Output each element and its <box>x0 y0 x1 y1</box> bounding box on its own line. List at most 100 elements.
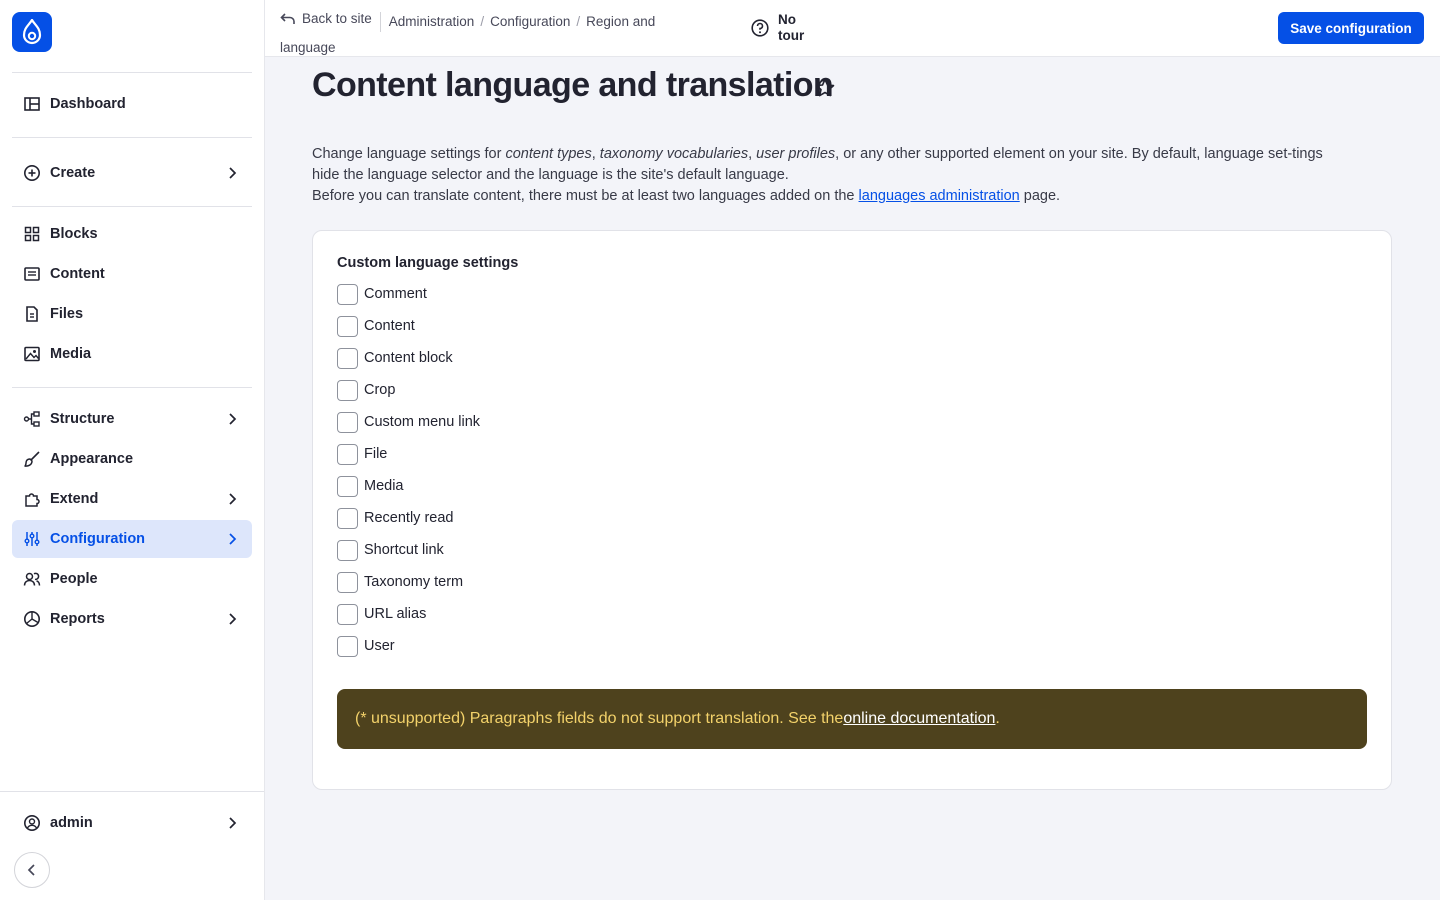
description-emphasis: user profiles <box>756 146 836 162</box>
checkbox-option-custom-menu-link[interactable]: Custom menu link <box>337 411 480 433</box>
checkbox[interactable] <box>337 283 358 305</box>
collapse-sidebar-button[interactable] <box>14 852 50 888</box>
description-text: , <box>591 146 600 162</box>
sidebar-item-label: Blocks <box>50 226 98 242</box>
dashboard-icon <box>22 94 42 114</box>
sidebar-item-label: Appearance <box>50 451 134 467</box>
breadcrumb: Back to site Administration / Configuratio… <box>280 6 700 61</box>
checkbox-option-user[interactable]: User <box>337 635 395 657</box>
breadcrumb-separator: / <box>576 14 581 29</box>
admin-sidebar: Dashboard Create Blocks Content Files Me… <box>0 0 265 900</box>
chevron-right-icon <box>222 529 242 549</box>
sidebar-item-people[interactable]: People <box>12 560 252 598</box>
sidebar-item-create[interactable]: Create <box>12 154 252 192</box>
sidebar-item-label: Extend <box>50 491 99 507</box>
sidebar-item-files[interactable]: Files <box>12 295 252 333</box>
sidebar-item-appearance[interactable]: Appearance <box>12 440 252 478</box>
checkbox-option-file[interactable]: File <box>337 443 387 465</box>
checkbox-label: Content <box>364 318 415 334</box>
puzzle-icon <box>22 489 42 509</box>
sidebar-item-configuration[interactable]: Configuration <box>12 520 252 558</box>
sidebar-item-label: People <box>50 571 98 587</box>
sidebar-item-label: Media <box>50 346 92 362</box>
checkbox[interactable] <box>337 347 358 369</box>
page-description: Change language settings for content typ… <box>312 144 1342 207</box>
sidebar-item-label: Create <box>50 165 96 181</box>
sidebar-divider <box>0 791 264 792</box>
checkbox-option-media[interactable]: Media <box>337 475 404 497</box>
sidebar-item-extend[interactable]: Extend <box>12 480 252 518</box>
sidebar-item-content[interactable]: Content <box>12 255 252 293</box>
checkbox-option-shortcut-link[interactable]: Shortcut link <box>337 539 444 561</box>
checkbox-label: User <box>364 638 395 654</box>
checkbox-option-content-block[interactable]: Content block <box>337 347 453 369</box>
checkbox[interactable] <box>337 635 358 657</box>
checkbox[interactable] <box>337 379 358 401</box>
drupal-drop-icon <box>22 19 42 45</box>
tour-label-line1: No <box>778 12 796 27</box>
sidebar-item-dashboard[interactable]: Dashboard <box>12 85 252 123</box>
page-title: Content language and translation <box>312 66 834 104</box>
breadcrumb-configuration[interactable]: Configuration <box>490 14 570 29</box>
plus-circle-icon <box>22 163 42 183</box>
checkbox-label: Shortcut link <box>364 542 444 558</box>
star-shortcut-icon[interactable] <box>814 77 836 102</box>
sidebar-item-label: Configuration <box>50 531 146 547</box>
sidebar-item-label: Structure <box>50 411 115 427</box>
sidebar-item-label: Content <box>50 266 105 282</box>
people-icon <box>22 569 42 589</box>
sidebar-item-media[interactable]: Media <box>12 335 252 373</box>
chevron-right-icon <box>222 409 242 429</box>
checkbox[interactable] <box>337 411 358 433</box>
tour-label-line2: tour <box>778 28 805 43</box>
media-icon <box>22 344 42 364</box>
sidebar-item-admin-user[interactable]: admin <box>12 804 252 842</box>
chevron-right-icon <box>222 163 242 183</box>
checkbox-label: URL alias <box>364 606 427 622</box>
checkbox-label: Custom menu link <box>364 414 481 430</box>
checkbox[interactable] <box>337 475 358 497</box>
checkbox[interactable] <box>337 571 358 593</box>
checkbox-label: Content block <box>364 350 453 366</box>
description-text: Before you can translate content, there … <box>312 188 859 204</box>
checkbox-label: Media <box>364 478 404 494</box>
structure-icon <box>22 409 42 429</box>
checkbox-label: Crop <box>364 382 396 398</box>
warning-end: . <box>995 710 1000 727</box>
back-to-site-label: Back to site <box>302 11 372 26</box>
sidebar-item-label: admin <box>50 815 93 831</box>
checkbox[interactable] <box>337 507 358 529</box>
tour-button[interactable]: No tour <box>750 12 804 44</box>
checkbox[interactable] <box>337 603 358 625</box>
sidebar-item-blocks[interactable]: Blocks <box>12 215 252 253</box>
top-bar: Back to site Administration / Configuratio… <box>265 0 1440 57</box>
sidebar-divider <box>12 387 252 388</box>
sidebar-item-reports[interactable]: Reports <box>12 600 252 638</box>
checkbox-option-crop[interactable]: Crop <box>337 379 395 401</box>
checkbox-option-comment[interactable]: Comment <box>337 283 427 305</box>
checkbox-label: File <box>364 446 388 462</box>
chevron-right-icon <box>222 609 242 629</box>
sidebar-divider <box>12 206 252 207</box>
checkbox[interactable] <box>337 443 358 465</box>
languages-administration-link[interactable]: languages administration <box>859 188 1020 204</box>
checkbox-label: Taxonomy term <box>364 574 464 590</box>
checkbox-option-content[interactable]: Content <box>337 315 415 337</box>
chevron-right-icon <box>222 813 242 833</box>
sidebar-divider <box>12 137 252 138</box>
back-to-site-link[interactable]: Back to site <box>280 6 372 32</box>
drupal-logo[interactable] <box>12 12 52 52</box>
checkbox-option-recently-read[interactable]: Recently read <box>337 507 453 529</box>
user-circle-icon <box>22 813 42 833</box>
checkbox[interactable] <box>337 315 358 337</box>
sidebar-item-label: Reports <box>50 611 105 627</box>
checkbox[interactable] <box>337 539 358 561</box>
sidebar-item-structure[interactable]: Structure <box>12 400 252 438</box>
unsupported-warning-message: (* unsupported) Paragraphs fields do not… <box>337 689 1367 749</box>
save-configuration-button[interactable]: Save configuration <box>1278 12 1424 44</box>
online-documentation-link[interactable]: online documentation <box>843 710 995 728</box>
breadcrumb-administration[interactable]: Administration <box>389 14 475 29</box>
checkbox-option-taxonomy-term[interactable]: Taxonomy term <box>337 571 463 593</box>
checkbox-option-url-alias[interactable]: URL alias <box>337 603 426 625</box>
sidebar-divider <box>12 72 252 73</box>
